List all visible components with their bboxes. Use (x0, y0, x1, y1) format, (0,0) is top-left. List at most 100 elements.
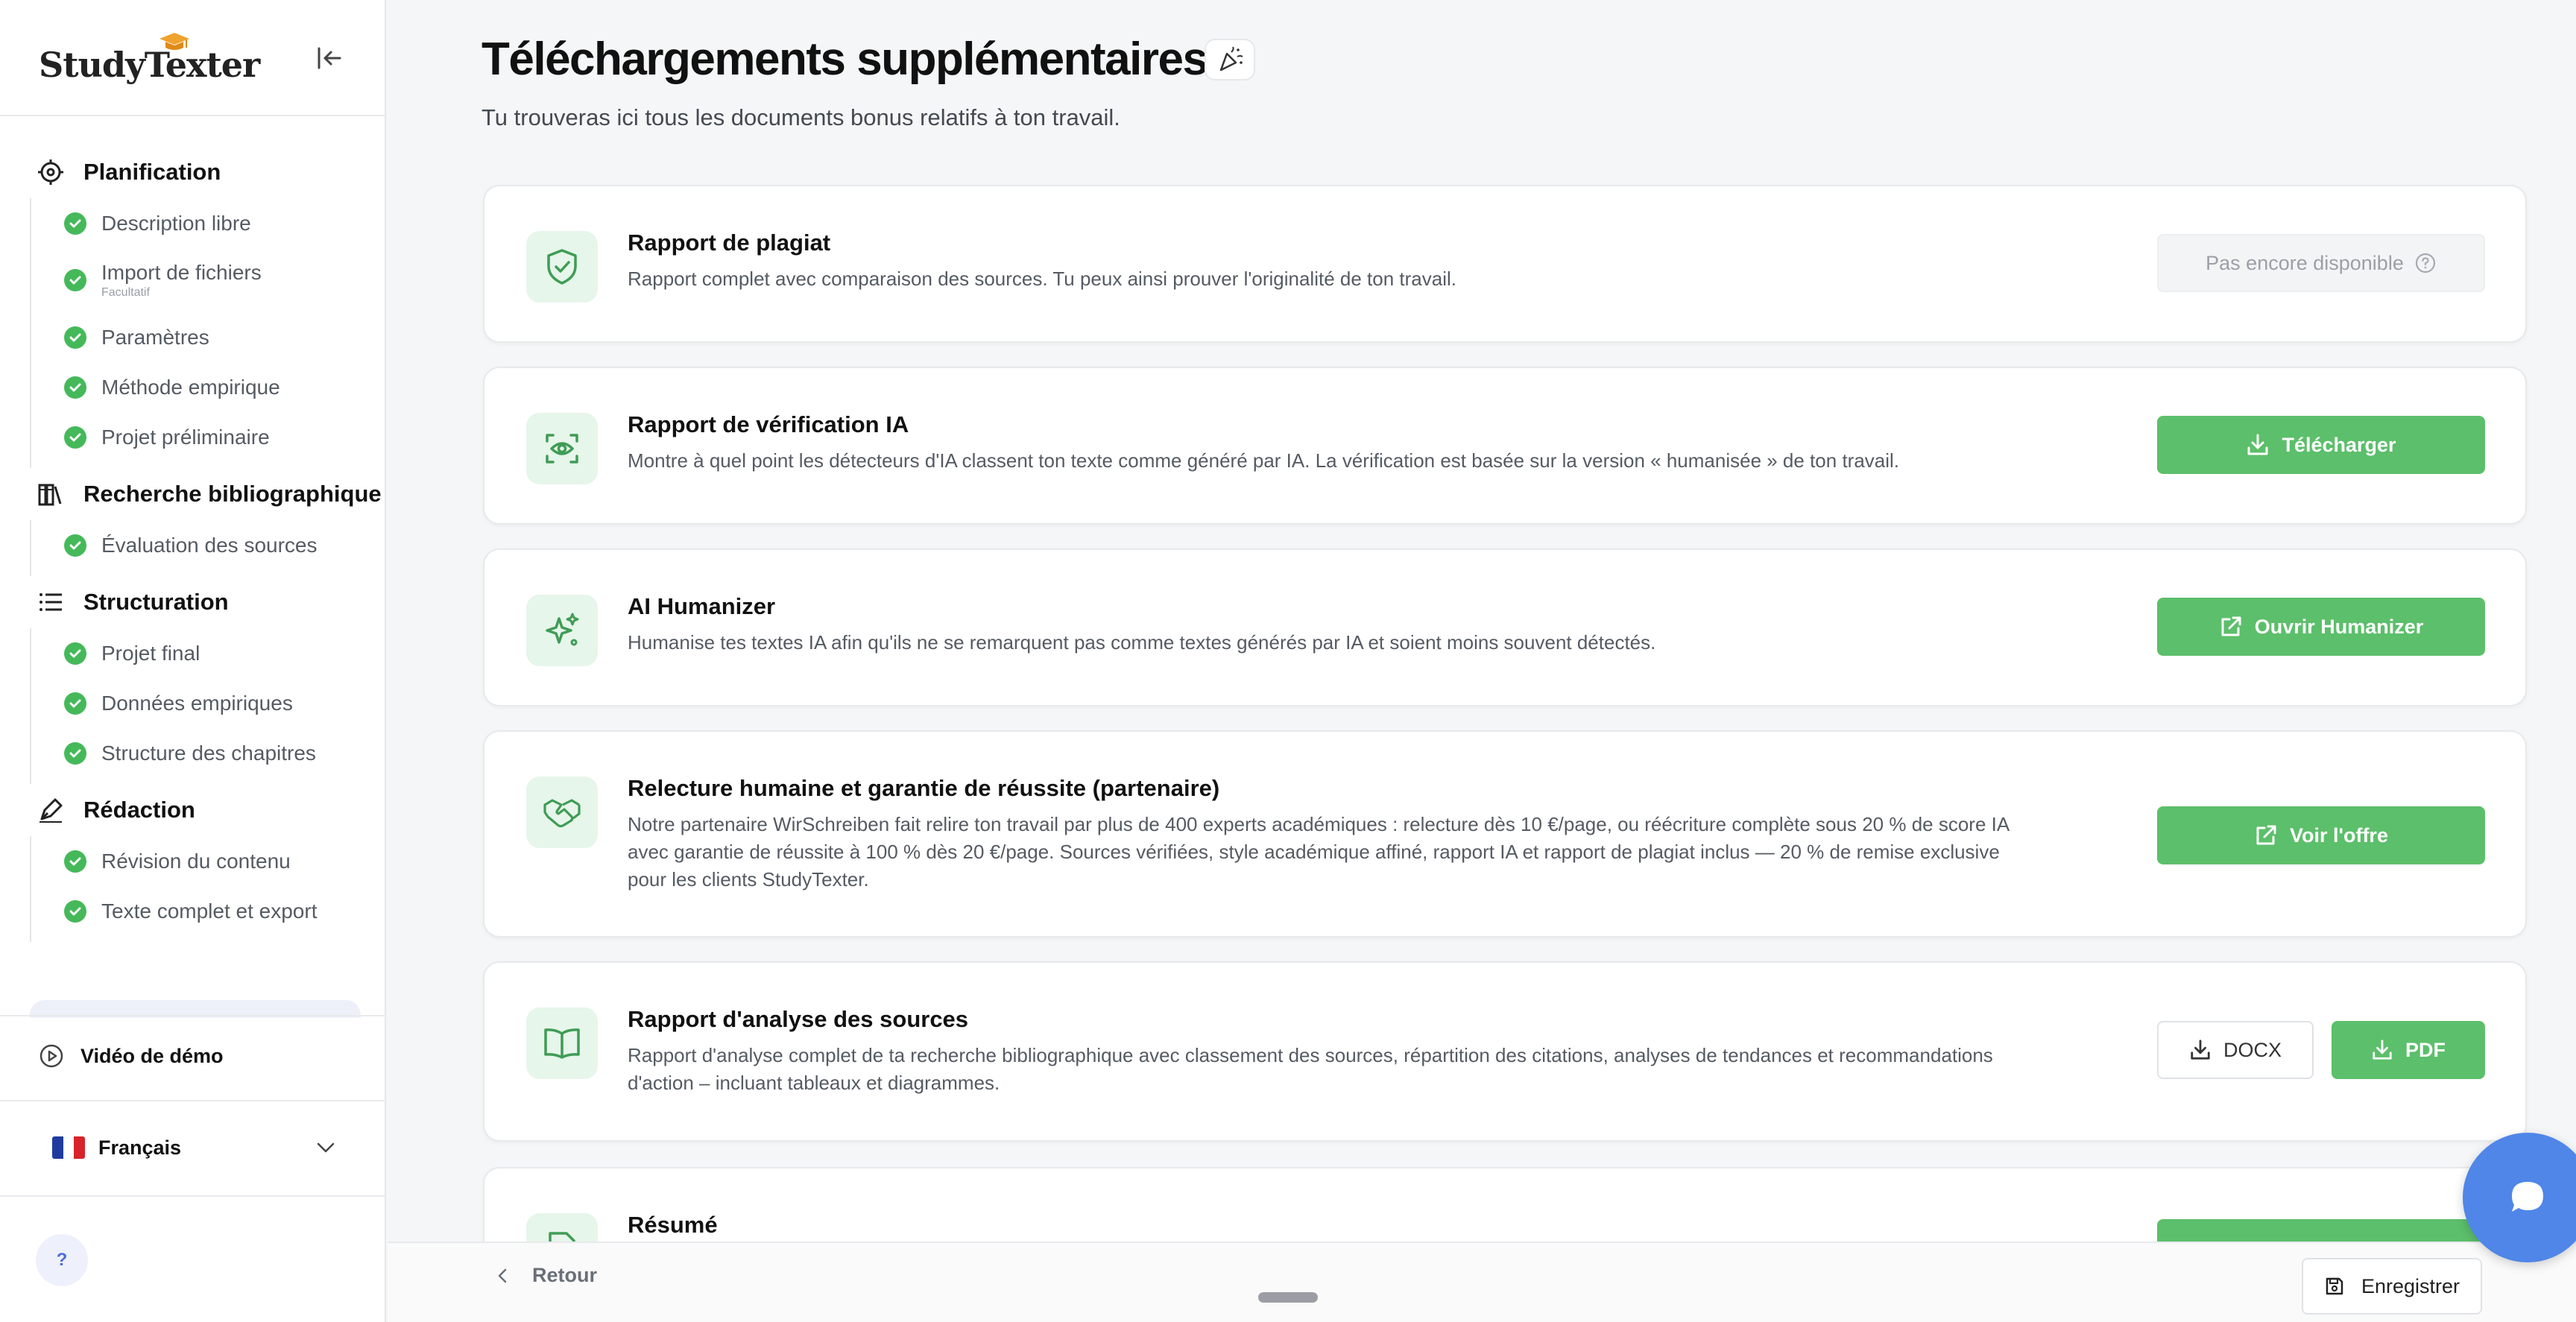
card-plagiarism-report: Rapport de plagiat Rapport complet avec … (483, 185, 2527, 343)
divider (0, 1100, 386, 1101)
drag-handle[interactable] (1258, 1292, 1318, 1303)
nav-item-texte-complet-export[interactable]: Texte complet et export (31, 886, 386, 936)
handshake-icon (526, 777, 598, 848)
card-title: Rapport d'analyse des sources (628, 1006, 969, 1032)
nav-section-redaction: Rédaction Révision du contenu Texte comp… (0, 784, 386, 942)
check-circle-icon (64, 326, 86, 349)
chat-bubble-icon (2512, 1182, 2543, 1212)
button-label: PDF (2405, 1038, 2446, 1061)
nav-item-methode-empirique[interactable]: Méthode empirique (31, 362, 386, 412)
back-button[interactable]: Retour (496, 1264, 597, 1287)
open-book-icon (526, 1008, 598, 1079)
check-circle-icon (64, 741, 86, 765)
button-label: DOCX (2223, 1038, 2282, 1061)
party-popper-icon (1205, 39, 1255, 80)
nav-item-revision-contenu[interactable]: Révision du contenu (31, 836, 386, 886)
workflow-nav: Planification Description libre Import d… (0, 146, 386, 1018)
check-circle-icon (64, 212, 86, 235)
nav-section-header[interactable]: Structuration (0, 576, 386, 628)
external-link-icon (2256, 825, 2276, 845)
question-circle-icon[interactable] (2414, 252, 2437, 274)
download-icon (2373, 1040, 2392, 1060)
pen-icon (36, 795, 66, 825)
card-title: Relecture humaine et garantie de réussit… (628, 775, 1220, 801)
card-ai-check-report: Rapport de vérification IA Montre à quel… (483, 367, 2527, 525)
divider (0, 115, 386, 116)
nav-item-structure-chapitres[interactable]: Structure des chapitres (31, 728, 386, 778)
view-offer-button[interactable]: Voir l'offre (2157, 806, 2485, 864)
card-description: Rapport d'analyse complet de ta recherch… (628, 1044, 1993, 1094)
nav-item-label: Révision du contenu (101, 849, 291, 873)
nav-subitems: Évaluation des sources (30, 520, 386, 576)
page-subtitle: Tu trouveras ici tous les documents bonu… (482, 104, 1120, 130)
download-icon (2191, 1040, 2210, 1060)
collapse-sidebar-button[interactable] (313, 42, 346, 75)
nav-section-recherche: Recherche bibliographique Évaluation des… (0, 468, 386, 576)
nav-item-donnees-empiriques[interactable]: Données empiriques (31, 678, 386, 728)
sidebar: StudyTexter Planification Description li… (0, 0, 386, 1322)
nav-item-projet-final[interactable]: Projet final (31, 628, 386, 678)
nav-section-structuration: Structuration Projet final Données empir… (0, 576, 386, 784)
list-icon (36, 587, 66, 617)
save-button[interactable]: Enregistrer (2302, 1258, 2482, 1315)
back-label: Retour (532, 1264, 597, 1286)
nav-subitems: Projet final Données empiriques Structur… (30, 628, 386, 784)
nav-item-label: Données empiriques (101, 691, 293, 715)
nav-section-header[interactable]: Rédaction (0, 784, 386, 836)
nav-item-import-fichiers[interactable]: Import de fichiers Facultatif (31, 248, 386, 312)
check-circle-icon (64, 269, 86, 291)
nav-item-label: Import de fichiers (101, 261, 262, 284)
download-pdf-button[interactable]: PDF (2332, 1021, 2485, 1079)
nav-section-header[interactable]: Planification (0, 146, 386, 198)
nav-section-title: Recherche bibliographique (83, 481, 382, 507)
nav-item-label: Méthode empirique (101, 375, 280, 399)
nav-item-label: Évaluation des sources (101, 533, 318, 557)
check-circle-icon (64, 899, 86, 923)
card-title: Résumé (628, 1212, 718, 1238)
card-description: Montre à quel point les détecteurs d'IA … (628, 449, 1900, 472)
check-circle-icon (64, 692, 86, 715)
check-circle-icon (64, 534, 86, 557)
nav-item-description-libre[interactable]: Description libre (31, 198, 386, 248)
play-circle-icon (40, 1044, 63, 1068)
target-icon (36, 157, 66, 187)
collapse-left-icon (318, 47, 341, 69)
nav-section-title: Structuration (83, 589, 229, 615)
button-label: Télécharger (2282, 433, 2396, 456)
nav-item-label: Projet préliminaire (101, 425, 270, 449)
not-available-button: Pas encore disponible (2157, 234, 2485, 292)
card-description: Notre partenaire WirSchreiben fait relir… (628, 813, 2009, 891)
open-humanizer-button[interactable]: Ouvrir Humanizer (2157, 598, 2485, 656)
button-label: Voir l'offre (2290, 823, 2388, 847)
help-button[interactable]: ? (36, 1234, 88, 1286)
nav-item-evaluation-sources[interactable]: Évaluation des sources (31, 520, 386, 570)
footer-bar: Retour Enregistrer (388, 1242, 2576, 1322)
nav-section-header[interactable]: Recherche bibliographique (0, 468, 386, 520)
download-docx-button[interactable]: DOCX (2157, 1021, 2314, 1079)
download-button[interactable]: Télécharger (2157, 416, 2485, 474)
demo-video-link[interactable]: Vidéo de démo (39, 1043, 224, 1069)
language-select[interactable]: Français (52, 1124, 335, 1171)
nav-item-projet-preliminaire[interactable]: Projet préliminaire (31, 412, 386, 462)
nav-subitems: Description libre Import de fichiers Fac… (30, 198, 386, 468)
eye-scan-icon (526, 413, 598, 484)
check-circle-icon (64, 850, 86, 873)
page-title: Téléchargements supplémentaires (482, 34, 1208, 85)
nav-item-label: Description libre (101, 211, 251, 235)
nav-item-label: Paramètres (101, 325, 209, 349)
brand-logo[interactable]: StudyTexter (39, 33, 260, 85)
button-label: Ouvrir Humanizer (2254, 615, 2424, 638)
shield-check-icon (526, 231, 598, 303)
divider (0, 1015, 386, 1016)
card-description: Rapport complet avec comparaison des sou… (628, 268, 1456, 290)
nav-item-label: Structure des chapitres (101, 741, 316, 765)
books-icon (36, 479, 66, 509)
external-link-icon (2221, 616, 2241, 636)
card-human-proofreading: Relecture humaine et garantie de réussit… (483, 730, 2527, 937)
check-circle-icon (64, 376, 86, 399)
card-title: Rapport de vérification IA (628, 411, 909, 437)
nav-item-parametres[interactable]: Paramètres (31, 312, 386, 362)
france-flag-icon (52, 1136, 85, 1159)
button-label: Pas encore disponible (2206, 251, 2404, 274)
save-label: Enregistrer (2361, 1274, 2460, 1297)
